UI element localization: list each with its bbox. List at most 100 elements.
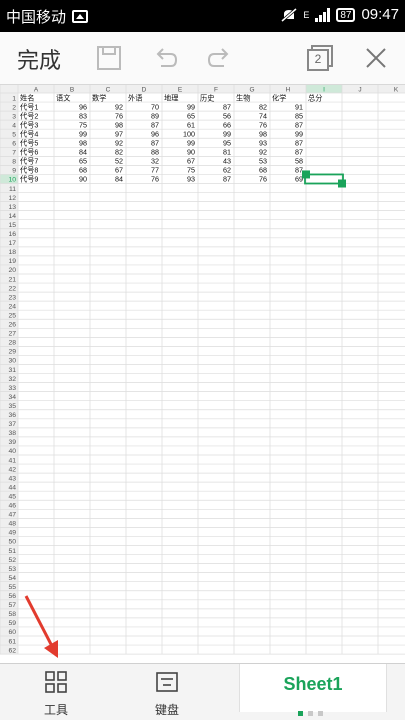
table-cell[interactable]: 96	[151, 129, 159, 138]
row-number[interactable]: 61	[8, 638, 16, 645]
row-number[interactable]: 57	[8, 602, 16, 609]
row-number[interactable]: 42	[8, 466, 16, 473]
row-number[interactable]: 36	[8, 412, 16, 419]
row-number[interactable]: 60	[8, 629, 16, 636]
table-cell[interactable]: 75	[187, 166, 195, 175]
column-letter[interactable]: E	[178, 87, 183, 94]
table-cell[interactable]: 87	[151, 120, 159, 129]
row-number[interactable]: 47	[8, 512, 16, 519]
row-number[interactable]: 8	[12, 159, 16, 166]
table-cell[interactable]: 代号5	[20, 139, 38, 148]
row-number[interactable]: 54	[8, 575, 16, 582]
table-cell[interactable]: 99	[187, 102, 195, 111]
column-letter[interactable]: K	[394, 87, 399, 94]
row-number[interactable]: 33	[8, 385, 16, 392]
table-cell[interactable]: 87	[223, 102, 231, 111]
row-number[interactable]: 15	[8, 222, 16, 229]
table-cell[interactable]: 91	[295, 102, 303, 111]
row-number[interactable]: 44	[8, 484, 16, 491]
table-cell[interactable]: 99	[79, 129, 87, 138]
row-number[interactable]: 39	[8, 439, 16, 446]
row-number[interactable]: 38	[8, 430, 16, 437]
table-cell[interactable]: 98	[259, 129, 267, 138]
column-letter[interactable]: I	[323, 87, 325, 94]
table-cell[interactable]: 97	[115, 129, 123, 138]
row-number[interactable]: 23	[8, 294, 16, 301]
table-cell[interactable]: 98	[115, 120, 123, 129]
row-number[interactable]: 16	[8, 231, 16, 238]
table-cell[interactable]: 82	[259, 102, 267, 111]
row-number[interactable]: 24	[8, 303, 16, 310]
table-cell[interactable]: 87	[295, 166, 303, 175]
table-cell[interactable]: 90	[79, 175, 87, 184]
row-number[interactable]: 37	[8, 421, 16, 428]
row-number[interactable]: 55	[8, 584, 16, 591]
table-cell[interactable]: 62	[223, 166, 231, 175]
selection-handle-top-left[interactable]	[302, 170, 310, 179]
header-cell[interactable]: 地理	[164, 93, 178, 102]
row-number[interactable]: 35	[8, 403, 16, 410]
row-number[interactable]: 40	[8, 448, 16, 455]
table-cell[interactable]: 96	[79, 102, 87, 111]
row-number[interactable]: 48	[8, 521, 16, 528]
table-cell[interactable]: 93	[187, 175, 195, 184]
column-letter[interactable]: A	[34, 87, 39, 94]
undo-icon[interactable]	[151, 44, 179, 72]
close-icon[interactable]	[362, 44, 390, 72]
column-letter[interactable]: D	[142, 87, 147, 94]
done-button[interactable]: 完成	[17, 43, 61, 75]
table-cell[interactable]: 99	[223, 129, 231, 138]
table-cell[interactable]: 代号2	[20, 111, 38, 120]
header-cell[interactable]: 姓名	[20, 93, 34, 102]
sheet-tab-sheet1[interactable]: Sheet1	[239, 664, 387, 712]
table-cell[interactable]: 87	[295, 148, 303, 157]
row-number[interactable]: 30	[8, 358, 16, 365]
row-number[interactable]: 58	[8, 611, 16, 618]
row-number[interactable]: 28	[8, 340, 16, 347]
row-number[interactable]: 45	[8, 493, 16, 500]
table-cell[interactable]: 98	[79, 139, 87, 148]
table-cell[interactable]: 76	[259, 175, 267, 184]
row-number[interactable]: 18	[8, 249, 16, 256]
table-cell[interactable]: 75	[79, 120, 87, 129]
table-cell[interactable]: 70	[151, 102, 159, 111]
table-cell[interactable]: 代号4	[20, 129, 38, 138]
table-cell[interactable]: 99	[295, 129, 303, 138]
table-cell[interactable]: 87	[295, 120, 303, 129]
row-number[interactable]: 32	[8, 376, 16, 383]
row-number[interactable]: 2	[12, 104, 16, 111]
row-number[interactable]: 59	[8, 620, 16, 627]
row-number[interactable]: 12	[8, 195, 16, 202]
row-number[interactable]: 29	[8, 349, 16, 356]
table-cell[interactable]: 代号3	[20, 120, 38, 129]
table-cell[interactable]: 93	[259, 139, 267, 148]
column-letter[interactable]: F	[214, 87, 218, 94]
row-number[interactable]: 1	[12, 95, 16, 102]
row-number[interactable]: 19	[8, 258, 16, 265]
table-cell[interactable]: 56	[223, 111, 231, 120]
cell-selection-box[interactable]	[304, 173, 344, 185]
row-number[interactable]: 3	[12, 113, 16, 120]
selection-handle-bottom-right[interactable]	[338, 179, 346, 188]
table-cell[interactable]: 76	[115, 111, 123, 120]
column-letter[interactable]: J	[358, 87, 361, 94]
table-cell[interactable]: 87	[295, 139, 303, 148]
row-number[interactable]: 26	[8, 322, 16, 329]
header-cell[interactable]: 语文	[56, 93, 70, 102]
row-number[interactable]: 4	[12, 122, 16, 129]
table-cell[interactable]: 92	[259, 148, 267, 157]
row-number[interactable]: 22	[8, 285, 16, 292]
row-number[interactable]: 5	[12, 131, 16, 138]
row-number[interactable]: 13	[8, 204, 16, 211]
row-number[interactable]: 34	[8, 394, 16, 401]
table-cell[interactable]: 83	[79, 111, 87, 120]
table-cell[interactable]: 代号8	[20, 166, 38, 175]
row-number[interactable]: 51	[8, 548, 16, 555]
keyboard-button[interactable]: 键盘	[137, 670, 197, 718]
table-cell[interactable]: 58	[295, 157, 303, 166]
table-cell[interactable]: 76	[151, 175, 159, 184]
row-number[interactable]: 21	[8, 276, 16, 283]
table-cell[interactable]: 77	[151, 166, 159, 175]
table-cell[interactable]: 87	[151, 139, 159, 148]
table-cell[interactable]: 74	[259, 111, 267, 120]
